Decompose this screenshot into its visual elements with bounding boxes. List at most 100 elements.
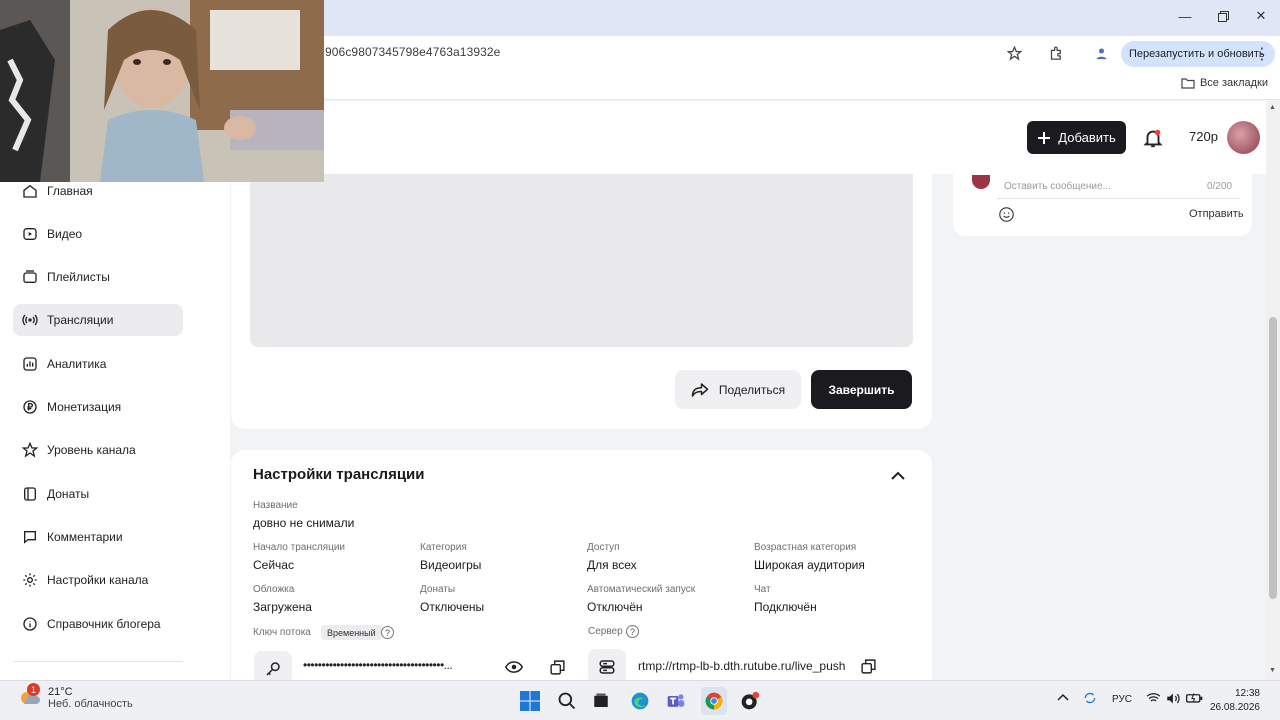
- extensions-icon[interactable]: [1046, 43, 1066, 63]
- notification-bell-icon[interactable]: [1142, 127, 1164, 149]
- field-label: Автоматический запуск: [587, 584, 696, 595]
- star-icon: [21, 441, 39, 459]
- language-indicator[interactable]: РУС: [1112, 694, 1132, 705]
- windows-start-icon[interactable]: [518, 689, 542, 713]
- scrollbar-thumb[interactable]: [1269, 317, 1277, 599]
- help-icon[interactable]: ?: [626, 625, 639, 638]
- field-label: Категория: [420, 542, 467, 553]
- weather-description: Неб. облачность: [48, 698, 133, 710]
- search-icon[interactable]: [555, 689, 579, 713]
- chat-char-counter: 0/200: [1206, 181, 1232, 192]
- help-icon[interactable]: ?: [381, 626, 394, 639]
- chat-user-avatar: [972, 175, 990, 189]
- quality-label[interactable]: 720p: [1189, 129, 1218, 144]
- playlist-icon: [21, 268, 39, 286]
- star-bookmark-icon[interactable]: [1004, 43, 1024, 63]
- field-label: Начало трансляции: [253, 542, 345, 553]
- sidebar: Главная Видео Плейлисты Трансляции Анали…: [0, 174, 230, 680]
- volume-icon[interactable]: [1166, 692, 1181, 708]
- weather-widget[interactable]: 1 21°C Неб. облачность: [18, 683, 133, 710]
- sidebar-item-label: Донаты: [47, 487, 90, 501]
- stream-settings-card: Настройки трансляции Название довно не с…: [231, 450, 932, 680]
- tray-chevron-up-icon[interactable]: [1057, 692, 1069, 705]
- minimize-icon[interactable]: —: [1166, 0, 1204, 32]
- sidebar-item-label: Аналитика: [47, 357, 107, 371]
- wifi-icon[interactable]: [1146, 692, 1161, 707]
- teams-icon[interactable]: [664, 689, 688, 713]
- avatar[interactable]: [1227, 121, 1260, 154]
- sidebar-item-channel-level[interactable]: Уровень канала: [13, 434, 183, 466]
- task-view-icon[interactable]: [589, 689, 613, 713]
- player-card: Поделиться Завершить: [231, 174, 932, 429]
- webcam-overlay: [0, 0, 324, 182]
- weather-icon: 1: [18, 683, 40, 709]
- sidebar-item-blogger-guide[interactable]: Справочник блогера: [13, 608, 183, 640]
- info-icon: [21, 615, 39, 633]
- restore-icon[interactable]: [1204, 0, 1242, 32]
- field-label: Обложка: [253, 584, 295, 595]
- sidebar-item-label: Настройки канала: [47, 573, 149, 587]
- sidebar-item-broadcasts[interactable]: Трансляции: [13, 304, 183, 336]
- scroll-up-icon[interactable]: ▲: [1269, 104, 1276, 111]
- key-icon: [254, 651, 292, 680]
- end-stream-button[interactable]: Завершить: [811, 370, 912, 409]
- emoji-icon[interactable]: [998, 206, 1015, 223]
- chrome-icon[interactable]: [701, 687, 727, 715]
- field-label: Чат: [754, 584, 771, 595]
- sidebar-item-monetization[interactable]: Монетизация: [13, 391, 183, 423]
- sidebar-item-donations[interactable]: Донаты: [13, 478, 183, 510]
- sidebar-item-video[interactable]: Видео: [13, 218, 183, 250]
- sidebar-item-label: Главная: [47, 184, 93, 198]
- chevron-up-icon[interactable]: [891, 468, 907, 480]
- comment-icon: [21, 528, 39, 546]
- field-value: Для всех: [587, 558, 637, 572]
- video-player[interactable]: [250, 174, 913, 347]
- sidebar-item-label: Плейлисты: [47, 270, 110, 284]
- sidebar-item-label: Комментарии: [47, 530, 123, 544]
- sidebar-item-analytics[interactable]: Аналитика: [13, 348, 183, 380]
- close-icon[interactable]: ✕: [1242, 0, 1280, 32]
- obs-app-icon[interactable]: [738, 689, 762, 713]
- field-value: Видеоигры: [420, 558, 482, 572]
- chat-message-input[interactable]: Оставить сообщение... 0/200: [997, 174, 1240, 199]
- share-button-label: Поделиться: [718, 382, 786, 397]
- copy-server-icon[interactable]: [860, 658, 877, 680]
- gear-icon: [21, 571, 39, 589]
- eye-icon[interactable]: [504, 660, 524, 679]
- profile-icon[interactable]: [1091, 43, 1111, 63]
- analytics-icon: [21, 355, 39, 373]
- battery-icon[interactable]: [1186, 692, 1203, 707]
- share-button[interactable]: Поделиться: [675, 370, 801, 409]
- field-value: Загружена: [253, 600, 312, 614]
- scroll-down-icon[interactable]: ▼: [1269, 667, 1276, 674]
- page-scrollbar[interactable]: ▲ ▼: [1266, 101, 1280, 680]
- clock-time: 12:38: [1234, 688, 1260, 699]
- sidebar-item-channel-settings[interactable]: Настройки канала: [13, 564, 183, 596]
- sidebar-item-playlists[interactable]: Плейлисты: [13, 261, 183, 293]
- browser-menu-icon[interactable]: ⋮: [1254, 44, 1270, 64]
- plus-icon: [1038, 131, 1051, 144]
- system-clock[interactable]: 12:38 26.08.2026: [1204, 687, 1260, 715]
- stream-name-value: довно не снимали: [253, 516, 355, 530]
- server-label: Сервер: [588, 626, 623, 637]
- sidebar-item-label: Монетизация: [47, 400, 122, 414]
- server-icon: [588, 649, 626, 680]
- address-bar[interactable]: 906c9807345798e4763a13932e: [325, 45, 500, 59]
- webcam-image: [0, 0, 324, 182]
- all-bookmarks-label: Все закладки: [1199, 77, 1268, 89]
- add-button-label: Добавить: [1058, 130, 1116, 145]
- relaunch-update-button[interactable]: Перезапустить и обновить: [1121, 41, 1275, 67]
- all-bookmarks-button[interactable]: Все закладки: [1181, 77, 1268, 89]
- folder-icon: [1181, 78, 1195, 89]
- sidebar-divider: [13, 661, 183, 662]
- sidebar-item-label: Видео: [47, 227, 83, 241]
- share-icon: [691, 382, 709, 397]
- broadcast-icon: [21, 311, 39, 329]
- sidebar-item-comments[interactable]: Комментарии: [13, 521, 183, 553]
- copy-key-icon[interactable]: [549, 659, 566, 680]
- add-button[interactable]: Добавить: [1027, 121, 1126, 154]
- stream-name-label: Название: [253, 500, 298, 511]
- sync-icon[interactable]: [1083, 691, 1097, 708]
- edge-browser-icon[interactable]: [628, 689, 652, 713]
- send-message-button[interactable]: Отправить: [1189, 208, 1244, 220]
